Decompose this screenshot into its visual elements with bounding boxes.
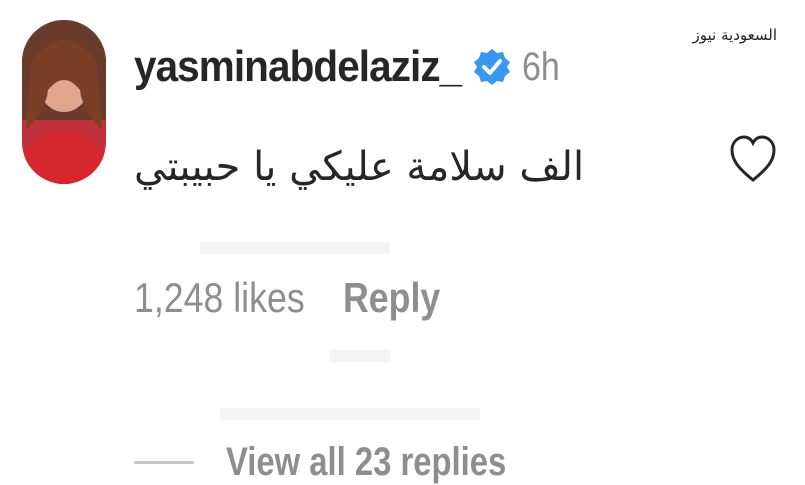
view-replies-label: View all 23 replies xyxy=(226,440,507,484)
divider xyxy=(200,242,390,254)
comment-header: yasminabdelaziz_ 6h xyxy=(134,42,566,92)
reply-button[interactable]: Reply xyxy=(343,274,440,322)
username-link[interactable]: yasminabdelaziz_ xyxy=(134,42,462,92)
avatar[interactable] xyxy=(22,20,106,184)
replies-dash xyxy=(134,461,194,464)
comment-actions: 1,248 likes Reply xyxy=(134,274,457,322)
heart-outline-icon[interactable] xyxy=(728,130,778,190)
divider xyxy=(330,350,390,362)
avatar-image xyxy=(22,20,106,184)
verified-badge-icon xyxy=(473,49,510,85)
divider xyxy=(220,408,480,420)
comment-text: الف سلامة عليكي يا حبيبتي xyxy=(134,144,585,190)
view-replies-button[interactable]: View all 23 replies xyxy=(134,440,568,485)
comment-time: 6h xyxy=(521,44,560,89)
watermark: السعودية نيوز xyxy=(692,26,777,44)
likes-count[interactable]: 1,248 likes xyxy=(134,274,305,322)
